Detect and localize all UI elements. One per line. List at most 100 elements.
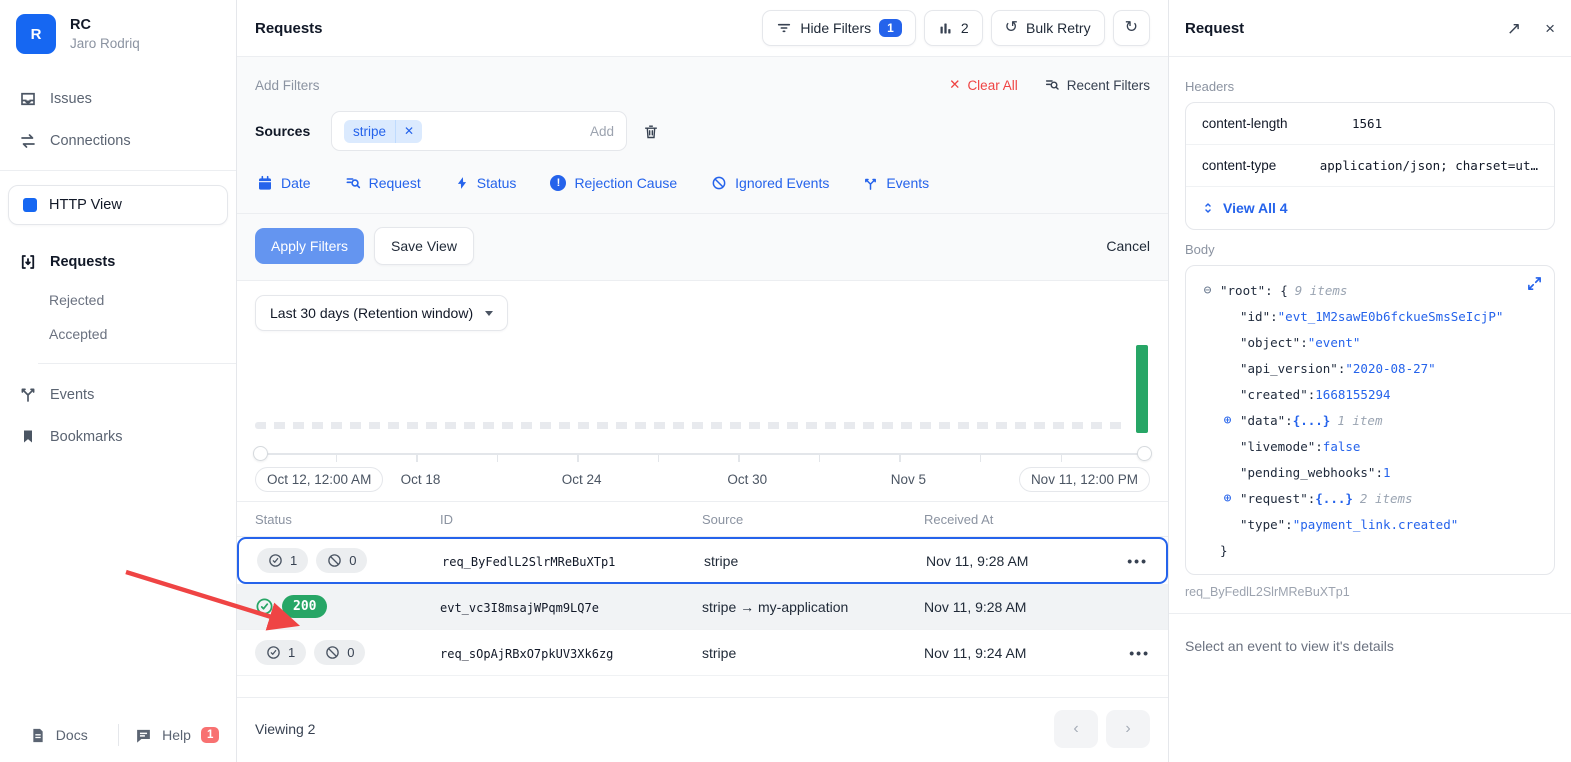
filter-chip-status[interactable]: Status [455,175,517,191]
sidebar-item-requests[interactable]: Requests [0,241,236,283]
filter-chip-ignored-events[interactable]: Ignored Events [711,175,829,191]
header-value: application/json; charset=ut… [1319,158,1538,173]
sidebar-item-accepted[interactable]: Accepted [0,317,236,351]
axis-tick: Oct 24 [561,472,602,487]
sidebar-item-connections[interactable]: Connections [0,120,236,162]
view-switcher-http-view[interactable]: HTTP View [8,185,228,225]
received-at-cell: Nov 11, 9:24 AM [924,644,1027,661]
request-id: req_ByFedlL2SlrMReBuXTp1 [442,554,616,569]
json-line: "created" : 1668155294 [1240,387,1391,402]
collapse-node-icon[interactable]: ⊖ [1200,278,1215,304]
row-menu-button[interactable]: ••• [1127,553,1148,569]
filter-chip-label: Status [476,175,517,191]
json-line: "api_version" : "2020-08-27" [1240,361,1436,376]
histogram-bar-nov11[interactable] [1136,345,1148,433]
slider-track[interactable] [261,453,1144,455]
docs-link[interactable]: Docs [0,727,118,744]
bulk-retry-label: Bulk Retry [1026,20,1091,36]
table-row-request-selected[interactable]: 1 0 req_ByFedlL2SlrMReBuXTp1 stripe Nov … [237,537,1168,584]
filter-chip-label: Events [886,175,930,191]
sidebar: R RC Jaro Rodriq Issues Connections HTTP… [0,0,237,762]
column-source[interactable]: Source [702,512,924,527]
help-label: Help [162,727,191,743]
toggle-chart-button[interactable]: 2 [923,10,983,46]
filter-chip-label: Request [368,175,421,191]
expand-node-icon[interactable]: ⊕ [1220,408,1235,434]
recent-filters-button[interactable]: Recent Filters [1044,77,1150,93]
axis-tick: Nov 5 [890,472,926,487]
next-page-button[interactable]: › [1106,710,1150,748]
save-view-button[interactable]: Save View [374,227,474,265]
event-empty-state: Select an event to view it's details [1185,638,1394,654]
hide-filters-button[interactable]: Hide Filters 1 [762,10,916,46]
json-line: "livemode" : false [1240,439,1361,454]
prev-page-button[interactable]: ‹ [1054,710,1098,748]
help-link[interactable]: Help 1 [119,727,237,744]
exclamation-circle-icon: ! [550,175,567,191]
requests-histogram[interactable] [255,341,1150,437]
add-filters-label[interactable]: Add Filters [255,78,320,93]
cancel-button[interactable]: Cancel [1106,238,1150,254]
axis-tick: Oct 30 [727,472,768,487]
source-chip-stripe: stripe ✕ [344,119,423,143]
header-key: content-length [1202,116,1288,131]
column-id[interactable]: ID [440,512,702,527]
source-cell: stripe [702,644,737,661]
clear-all-label: Clear All [967,77,1018,93]
workspace-name: RC [70,17,91,33]
transfer-icon [18,132,37,150]
accepted-count-badge: 1 [257,548,309,573]
sources-input[interactable]: stripe ✕ Add [331,111,627,151]
delete-sources-filter-button[interactable] [643,123,659,140]
sidebar-item-issues[interactable]: Issues [0,78,236,120]
filter-search-icon [1044,77,1060,93]
remove-source-icon[interactable]: ✕ [396,120,422,142]
refresh-icon: ↻ [1124,19,1138,36]
filter-chip-rejection-cause[interactable]: ! Rejection Cause [550,175,677,191]
filter-chip-events[interactable]: Events [863,175,929,191]
bulk-retry-button[interactable]: ↺ Bulk Retry [990,10,1105,46]
slider-handle-start[interactable] [253,446,268,461]
sidebar-item-label: Bookmarks [50,428,123,445]
table-row-event[interactable]: 200 evt_vc3I8msajWPqm9LQ7e stripe → my-a… [237,584,1168,630]
filter-chip-label: Rejection Cause [574,175,678,191]
x-icon: ✕ [949,77,961,92]
sidebar-item-events[interactable]: Events [0,374,236,416]
filter-chip-label: Date [281,175,311,191]
sidebar-item-bookmarks[interactable]: Bookmarks [0,416,236,457]
filter-chip-request[interactable]: Request [345,175,421,191]
json-line: "type" : "payment_link.created" [1240,517,1459,532]
axis-tick: Oct 18 [400,472,441,487]
chevron-down-icon [485,310,494,316]
json-line: "id" : "evt_1M2sawE0b6fckueSmsSeIcjP" [1240,309,1504,324]
workspace-avatar: R [16,14,56,54]
refresh-button[interactable]: ↻ [1112,10,1150,46]
bookmark-icon [18,428,37,445]
docs-icon [30,727,46,744]
row-menu-button[interactable]: ••• [1129,645,1150,661]
workspace-switcher[interactable]: R RC Jaro Rodriq [0,12,236,64]
expand-json-icon[interactable] [1527,276,1542,291]
headers-section-label: Headers [1185,79,1235,94]
date-range-label: Last 30 days (Retention window) [270,305,474,321]
body-section-label: Body [1185,242,1215,257]
column-received-at[interactable]: Received At [924,512,1124,527]
expand-node-icon[interactable]: ⊕ [1220,486,1235,512]
time-range-slider [253,445,1152,463]
sidebar-item-rejected[interactable]: Rejected [0,283,236,317]
apply-filters-button[interactable]: Apply Filters [255,228,365,264]
view-all-headers-button[interactable]: View All 4 [1186,187,1554,229]
view-color-icon [23,198,37,212]
table-row-request[interactable]: 1 0 req_sOpAjRBxO7pkUV3Xk6zg stripe Nov … [237,630,1168,676]
column-status[interactable]: Status [255,512,440,527]
filter-chip-date[interactable]: Date [257,175,311,191]
clear-all-button[interactable]: ✕ Clear All [949,77,1018,93]
bar-chart-icon [938,21,953,36]
slider-handle-end[interactable] [1137,446,1152,461]
recent-filters-label: Recent Filters [1066,77,1150,93]
date-range-select[interactable]: Last 30 days (Retention window) [255,295,509,331]
calendar-icon [257,175,273,191]
close-icon[interactable]: × [1545,20,1555,37]
requests-table: Status ID Source Received At 1 0 req_ByF… [237,501,1168,676]
open-in-full-icon[interactable]: ↗ [1507,20,1521,37]
